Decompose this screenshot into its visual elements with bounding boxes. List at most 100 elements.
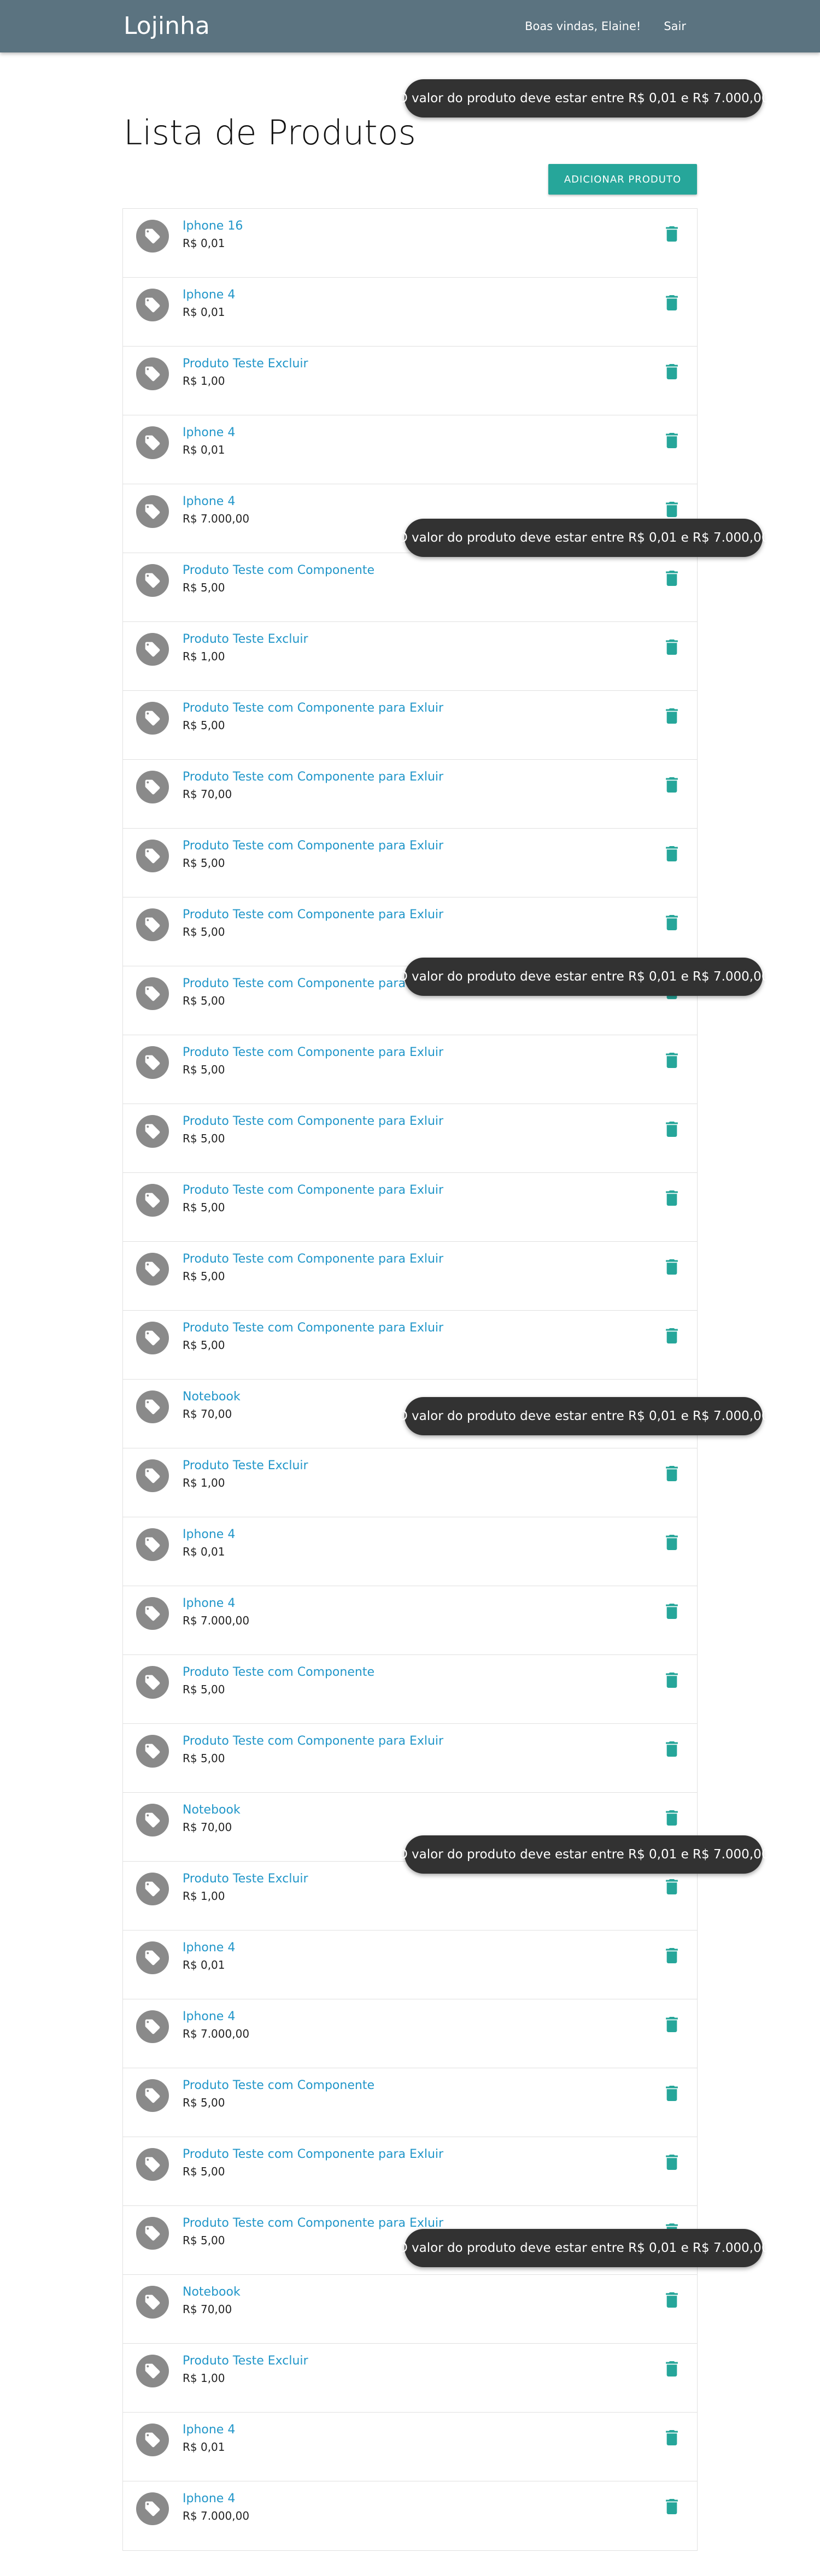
tag-icon: [136, 840, 169, 872]
product-price: R$ 5,00: [183, 1683, 225, 1696]
trash-icon[interactable]: [665, 776, 678, 794]
product-name-link[interactable]: Produto Teste com Componente para Exluir: [183, 1183, 443, 1198]
trash-icon[interactable]: [665, 363, 678, 380]
product-name-link[interactable]: Produto Teste com Componente para Exluir: [183, 907, 443, 923]
nav-links: Boas vindas, Elaine! Sair: [525, 19, 686, 33]
trash-icon[interactable]: [665, 2498, 678, 2515]
trash-icon[interactable]: [665, 845, 678, 862]
product-name-link[interactable]: Iphone 4: [183, 494, 235, 509]
product-name-link[interactable]: Produto Teste Excluir: [183, 1458, 308, 1474]
product-name-link[interactable]: Produto Teste Excluir: [183, 1871, 308, 1887]
trash-icon[interactable]: [665, 2016, 678, 2033]
product-name-link[interactable]: Iphone 4: [183, 425, 235, 441]
toast-message: O valor do produto deve estar entre R$ 0…: [398, 519, 769, 557]
trash-icon[interactable]: [665, 1809, 678, 1827]
product-name-link[interactable]: Iphone 16: [183, 219, 243, 234]
product-name-link[interactable]: Produto Teste com Componente para Exluir: [183, 770, 443, 785]
trash-icon[interactable]: [665, 1534, 678, 1551]
product-name-link[interactable]: Iphone 4: [183, 2422, 235, 2438]
product-name-link[interactable]: Produto Teste com Componente para Exluir: [183, 1734, 443, 1749]
product-list-item: Iphone 4 R$ 0,01: [123, 2413, 697, 2481]
product-price: R$ 5,00: [183, 2096, 225, 2109]
product-name-link[interactable]: Produto Teste com Componente para Exluir: [183, 701, 443, 716]
product-name-link[interactable]: Produto Teste Excluir: [183, 356, 308, 372]
trash-icon[interactable]: [665, 1327, 678, 1345]
tag-icon: [136, 1735, 169, 1768]
tag-icon: [136, 220, 169, 253]
product-price: R$ 5,00: [183, 1132, 225, 1145]
product-price: R$ 0,01: [183, 443, 225, 456]
trash-icon[interactable]: [665, 1740, 678, 1758]
trash-icon[interactable]: [665, 1258, 678, 1276]
product-name-link[interactable]: Notebook: [183, 1389, 241, 1405]
product-price: R$ 0,01: [183, 2440, 225, 2454]
product-name-link[interactable]: Iphone 4: [183, 287, 235, 303]
product-name-link[interactable]: Iphone 4: [183, 1527, 235, 1542]
product-list-item: Produto Teste Excluir R$ 1,00: [123, 347, 697, 415]
product-name-link[interactable]: Iphone 4: [183, 1596, 235, 1611]
toast-message: O valor do produto deve estar entre R$ 0…: [398, 958, 769, 996]
product-name-link[interactable]: Produto Teste com Componente: [183, 1665, 374, 1680]
trash-icon[interactable]: [665, 225, 678, 243]
product-name-link[interactable]: Iphone 4: [183, 2009, 235, 2025]
trash-icon[interactable]: [665, 1671, 678, 1689]
product-name-link[interactable]: Produto Teste Excluir: [183, 2354, 308, 2369]
product-price: R$ 5,00: [183, 2165, 225, 2178]
product-price: R$ 0,01: [183, 306, 225, 319]
trash-icon[interactable]: [665, 432, 678, 449]
trash-icon[interactable]: [665, 1947, 678, 1964]
brand-logo[interactable]: Lojinha: [124, 12, 210, 40]
product-price: R$ 5,00: [183, 581, 225, 594]
logout-link[interactable]: Sair: [664, 19, 686, 33]
toast-message: O valor do produto deve estar entre R$ 0…: [398, 1397, 769, 1435]
tag-icon: [136, 908, 169, 941]
trash-icon[interactable]: [665, 1878, 678, 1896]
trash-icon[interactable]: [665, 2085, 678, 2102]
trash-icon[interactable]: [665, 638, 678, 656]
product-price: R$ 5,00: [183, 925, 225, 938]
tag-icon: [136, 2079, 169, 2112]
product-name-link[interactable]: Produto Teste com Componente para Exluir: [183, 1252, 443, 1267]
product-name-link[interactable]: Iphone 4: [183, 1940, 235, 1956]
trash-icon[interactable]: [665, 2360, 678, 2378]
tag-icon: [136, 1873, 169, 1905]
tag-icon: [136, 1046, 169, 1079]
trash-icon[interactable]: [665, 1120, 678, 1138]
tag-icon: [136, 2355, 169, 2387]
product-name-link[interactable]: Produto Teste com Componente para Exluir: [183, 2147, 443, 2162]
trash-icon[interactable]: [665, 570, 678, 587]
product-name-link[interactable]: Produto Teste Excluir: [183, 632, 308, 647]
product-name-link[interactable]: Produto Teste com Componente para Exluir: [183, 2216, 443, 2231]
product-price: R$ 1,00: [183, 1890, 225, 1903]
product-price: R$ 70,00: [183, 788, 232, 801]
add-product-button[interactable]: ADICIONAR PRODUTO: [548, 164, 697, 195]
product-name-link[interactable]: Produto Teste com Componente para Exluir: [183, 838, 443, 854]
product-name-link[interactable]: Iphone 4: [183, 2491, 235, 2507]
trash-icon[interactable]: [665, 2429, 678, 2446]
product-name-link[interactable]: Produto Teste com Componente para Exluir: [183, 1321, 443, 1336]
product-name-link[interactable]: Notebook: [183, 2285, 241, 2300]
product-name-link[interactable]: Produto Teste com Componente: [183, 563, 374, 578]
trash-icon[interactable]: [665, 1052, 678, 1069]
tag-icon: [136, 2492, 169, 2525]
product-price: R$ 1,00: [183, 1476, 225, 1489]
product-name-link[interactable]: Produto Teste com Componente: [183, 2078, 374, 2093]
tag-icon: [136, 1597, 169, 1630]
product-name-link[interactable]: Produto Teste com Componente para Exluir: [183, 1045, 443, 1060]
trash-icon[interactable]: [665, 1465, 678, 1482]
product-list-item: Iphone 16 R$ 0,01: [123, 209, 697, 278]
trash-icon[interactable]: [665, 2291, 678, 2309]
trash-icon[interactable]: [665, 2153, 678, 2171]
welcome-link[interactable]: Boas vindas, Elaine!: [525, 19, 641, 33]
trash-icon[interactable]: [665, 501, 678, 518]
trash-icon[interactable]: [665, 914, 678, 931]
trash-icon[interactable]: [665, 1603, 678, 1620]
product-name-link[interactable]: Produto Teste com Componente para Exluir: [183, 1114, 443, 1129]
trash-icon[interactable]: [665, 707, 678, 725]
trash-icon[interactable]: [665, 294, 678, 312]
product-list-item: Iphone 4 R$ 7.000,00: [123, 2481, 697, 2550]
product-price: R$ 5,00: [183, 1270, 225, 1283]
product-price: R$ 1,00: [183, 374, 225, 388]
product-name-link[interactable]: Notebook: [183, 1803, 241, 1818]
trash-icon[interactable]: [665, 1189, 678, 1207]
